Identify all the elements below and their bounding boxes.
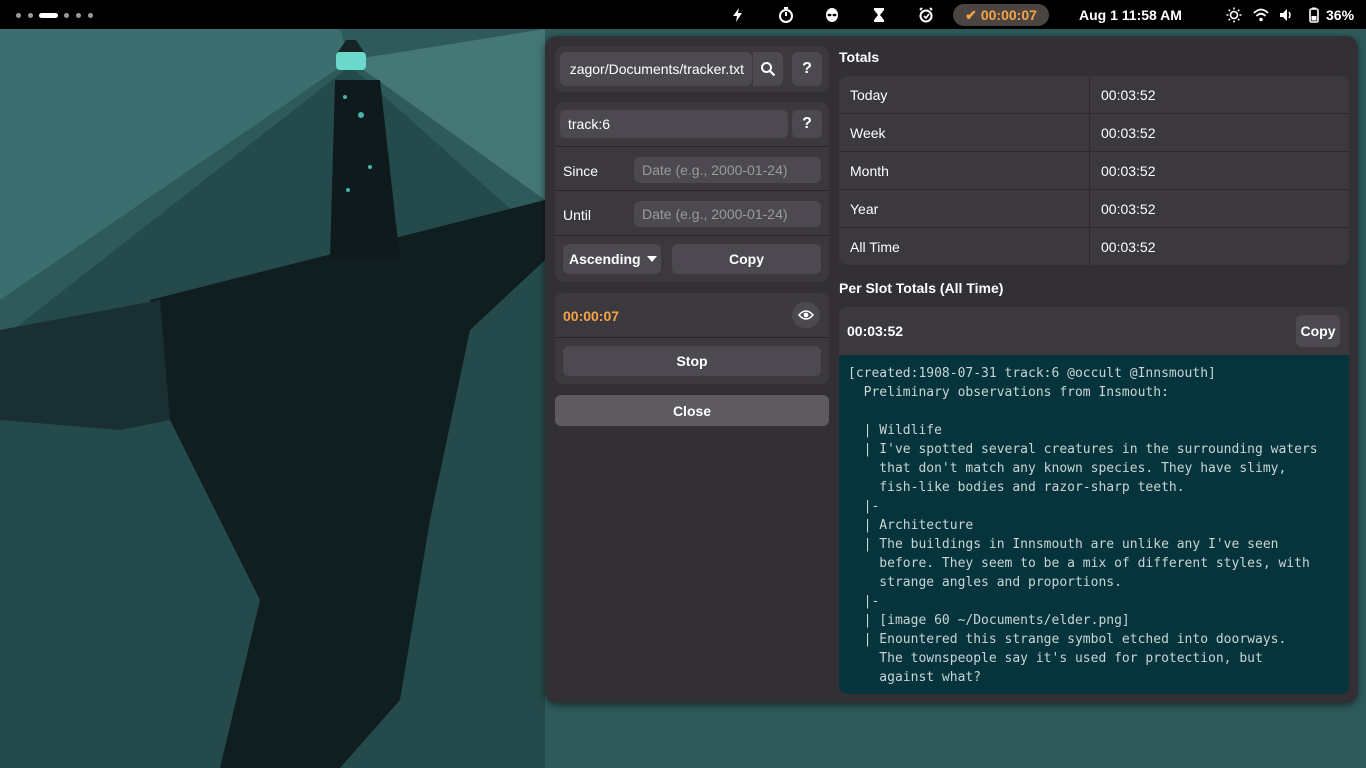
date-time[interactable]: Aug 1 11:58 AM [1079,7,1182,23]
workspace-indicator-5[interactable] [76,13,81,18]
totals-period: Week [850,125,886,141]
divider [555,235,829,236]
top-bar: ✔ 00:00:07 Aug 1 11:58 AM 36% [0,0,1366,29]
table-row: Month 00:03:52 [839,152,1349,190]
workspace-indicator-3[interactable] [39,13,58,18]
workspace-indicator-1[interactable] [16,13,21,18]
until-date-placeholder: Date (e.g., 2000-01-24) [642,206,788,222]
totals-period: All Time [850,239,900,255]
divider [555,146,829,147]
slot-total: 00:03:52 [847,323,904,339]
timer-indicator-time: 00:00:07 [980,7,1037,23]
battery-icon[interactable] [1305,6,1323,24]
table-row: Year 00:03:52 [839,190,1349,228]
workspace-indicator-2[interactable] [28,13,33,18]
table-row: All Time 00:03:52 [839,228,1349,265]
copy-button[interactable]: Copy [672,244,821,274]
totals-duration: 00:03:52 [1101,125,1156,141]
until-label: Until [563,207,592,223]
workspace-indicator-4[interactable] [64,13,69,18]
file-path-input[interactable]: zagor/Documents/tracker.txt [560,52,752,86]
battery-percent: 36% [1326,7,1355,23]
slot-header: 00:03:52 Copy [839,307,1349,355]
per-slot-title: Per Slot Totals (All Time) [839,280,1004,296]
brightness-icon[interactable] [1225,6,1243,24]
time-tracker-panel: zagor/Documents/tracker.txt ? track:6 ? … [545,36,1358,703]
slot-copy-button[interactable]: Copy [1296,315,1340,347]
divider [555,190,829,191]
check-icon: ✔ [965,6,977,23]
show-timer-button[interactable] [792,302,820,328]
totals-period: Year [850,201,879,217]
totals-duration: 00:03:52 [1101,87,1156,103]
wifi-icon[interactable] [1252,6,1270,24]
alien-icon[interactable] [823,6,841,24]
since-date-placeholder: Date (e.g., 2000-01-24) [642,162,788,178]
filter-card: track:6 ? Since Date (e.g., 2000-01-24) … [555,102,829,282]
file-path-value: zagor/Documents/tracker.txt [569,61,744,77]
since-label: Since [563,163,599,179]
timer-indicator[interactable]: ✔ 00:00:07 [953,4,1049,26]
totals-title: Totals [839,49,880,65]
search-button[interactable] [753,52,783,86]
stop-button[interactable]: Stop [563,346,821,376]
table-row: Today 00:03:52 [839,76,1349,114]
bolt-icon[interactable] [729,6,747,24]
totals-duration: 00:03:52 [1101,239,1156,255]
workspace-indicator-6[interactable] [88,13,93,18]
timer-card: 00:00:07 Stop [555,293,829,384]
since-date-input[interactable]: Date (e.g., 2000-01-24) [634,157,821,183]
totals-duration: 00:03:52 [1101,201,1156,217]
chevron-down-icon [646,256,657,262]
filter-help-button[interactable]: ? [792,110,822,138]
filter-query-input[interactable]: track:6 [560,110,788,138]
volume-icon[interactable] [1277,6,1295,24]
until-date-input[interactable]: Date (e.g., 2000-01-24) [634,201,821,227]
sort-order-label: Ascending [569,251,641,267]
sort-order-dropdown[interactable]: Ascending [563,244,661,274]
timer-value: 00:00:07 [563,308,620,324]
eye-icon [798,310,814,320]
alarm-icon[interactable] [917,6,935,24]
stopwatch-icon[interactable] [777,6,795,24]
search-icon [761,62,776,77]
file-card: zagor/Documents/tracker.txt ? [555,46,829,92]
file-help-button[interactable]: ? [792,52,822,86]
filter-query-value: track:6 [568,116,611,132]
divider [555,337,829,338]
table-row: Week 00:03:52 [839,114,1349,152]
totals-table: Today 00:03:52 Week 00:03:52 Month 00:03… [839,76,1349,265]
hourglass-icon[interactable] [870,6,888,24]
totals-duration: 00:03:52 [1101,163,1156,179]
slot-text-view[interactable]: [created:1908-07-31 track:6 @occult @Inn… [839,355,1349,694]
totals-period: Month [850,163,889,179]
totals-period: Today [850,87,888,103]
close-button[interactable]: Close [555,395,829,426]
